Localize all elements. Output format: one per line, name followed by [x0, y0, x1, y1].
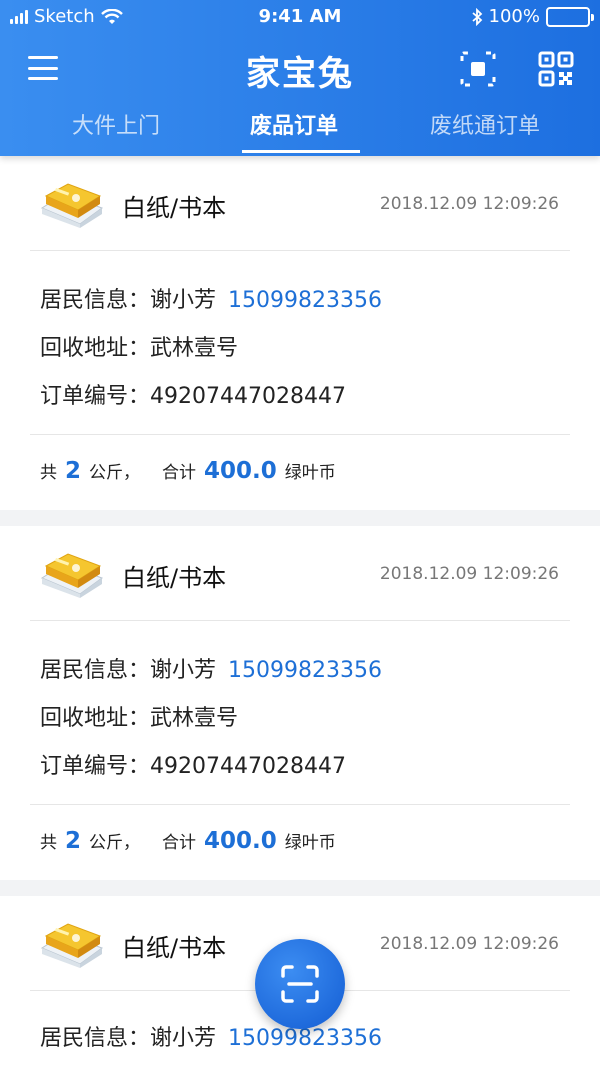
item-name: 白纸/书本	[122, 194, 227, 222]
address-label: 回收地址：	[40, 336, 151, 361]
currency-label: 绿叶币	[284, 463, 336, 483]
order-card[interactable]: 白纸/书本 2018.12.09 12:09:26 居民信息：谢小芳 150998…	[0, 526, 600, 880]
battery-icon	[546, 6, 594, 27]
battery-percent: 100%	[488, 6, 540, 27]
order-summary: 共 2 公斤， 合计 400.0 绿叶币	[40, 828, 336, 854]
address-row: 回收地址：武林壹号	[40, 700, 238, 732]
address-label: 回收地址：	[40, 706, 151, 731]
active-tab-indicator	[242, 150, 360, 153]
nav-bar: 家宝兔	[0, 38, 600, 98]
divider	[30, 804, 570, 805]
page-title: 家宝兔	[246, 54, 354, 94]
sum-label: 合计	[162, 833, 197, 853]
divider	[30, 250, 570, 251]
resident-name: 谢小芳	[150, 658, 217, 683]
amount-value: 400.0	[204, 828, 277, 854]
order-summary: 共 2 公斤， 合计 400.0 绿叶币	[40, 458, 336, 484]
scan-icon[interactable]	[459, 50, 497, 88]
address-row: 回收地址：武林壹号	[40, 330, 238, 362]
scan-icon	[281, 965, 319, 1003]
tab-waste-orders[interactable]: 废品订单	[250, 108, 338, 140]
order-number-label: 订单编号：	[40, 384, 151, 409]
divider	[30, 620, 570, 621]
resident-label: 居民信息：	[40, 658, 151, 683]
phone-link[interactable]: 15099823356	[228, 658, 382, 683]
sum-label: 合计	[162, 463, 197, 483]
resident-name: 谢小芳	[150, 288, 217, 313]
total-prefix: 共	[40, 833, 57, 853]
tab-large-item[interactable]: 大件上门	[72, 108, 160, 140]
order-number-row: 订单编号：49207447028447	[40, 748, 346, 780]
amount-value: 400.0	[204, 458, 277, 484]
weight-value: 2	[65, 828, 82, 854]
app-header: Sketch 9:41 AM 100% 家宝兔 大件上门 废品订单 废纸通订单	[0, 0, 600, 156]
address-value: 武林壹号	[150, 336, 239, 361]
phone-link[interactable]: 15099823356	[228, 288, 382, 313]
divider	[30, 434, 570, 435]
paper-stack-icon	[40, 553, 104, 598]
qr-code-icon[interactable]	[538, 51, 574, 87]
paper-stack-icon	[40, 183, 104, 228]
bluetooth-icon	[471, 7, 482, 26]
total-prefix: 共	[40, 463, 57, 483]
item-name: 白纸/书本	[122, 934, 227, 962]
weight-unit: 公斤，	[89, 463, 141, 483]
weight-unit: 公斤，	[89, 833, 141, 853]
status-right: 100%	[471, 6, 594, 27]
currency-label: 绿叶币	[284, 833, 336, 853]
order-number-value: 49207447028447	[150, 754, 346, 779]
order-time: 2018.12.09 12:09:26	[379, 194, 559, 214]
resident-label: 居民信息：	[40, 288, 151, 313]
resident-row: 居民信息：谢小芳 15099823356	[40, 282, 382, 314]
status-bar: Sketch 9:41 AM 100%	[0, 0, 600, 34]
resident-row: 居民信息：谢小芳 15099823356	[40, 1020, 382, 1052]
resident-label: 居民信息：	[40, 1026, 151, 1051]
weight-value: 2	[65, 458, 82, 484]
order-time: 2018.12.09 12:09:26	[379, 564, 559, 584]
phone-link[interactable]: 15099823356	[228, 1026, 382, 1051]
paper-stack-icon	[40, 923, 104, 968]
item-name: 白纸/书本	[122, 564, 227, 592]
scan-fab-button[interactable]	[255, 939, 345, 1029]
order-time: 2018.12.09 12:09:26	[379, 934, 559, 954]
order-number-row: 订单编号：49207447028447	[40, 378, 346, 410]
order-card[interactable]: 白纸/书本 2018.12.09 12:09:26 居民信息：谢小芳 150998…	[0, 156, 600, 510]
order-number-label: 订单编号：	[40, 754, 151, 779]
order-number-value: 49207447028447	[150, 384, 346, 409]
tab-paper-orders[interactable]: 废纸通订单	[430, 108, 540, 140]
address-value: 武林壹号	[150, 706, 239, 731]
tab-bar: 大件上门 废品订单 废纸通订单	[0, 100, 600, 156]
resident-row: 居民信息：谢小芳 15099823356	[40, 652, 382, 684]
resident-name: 谢小芳	[150, 1026, 217, 1051]
